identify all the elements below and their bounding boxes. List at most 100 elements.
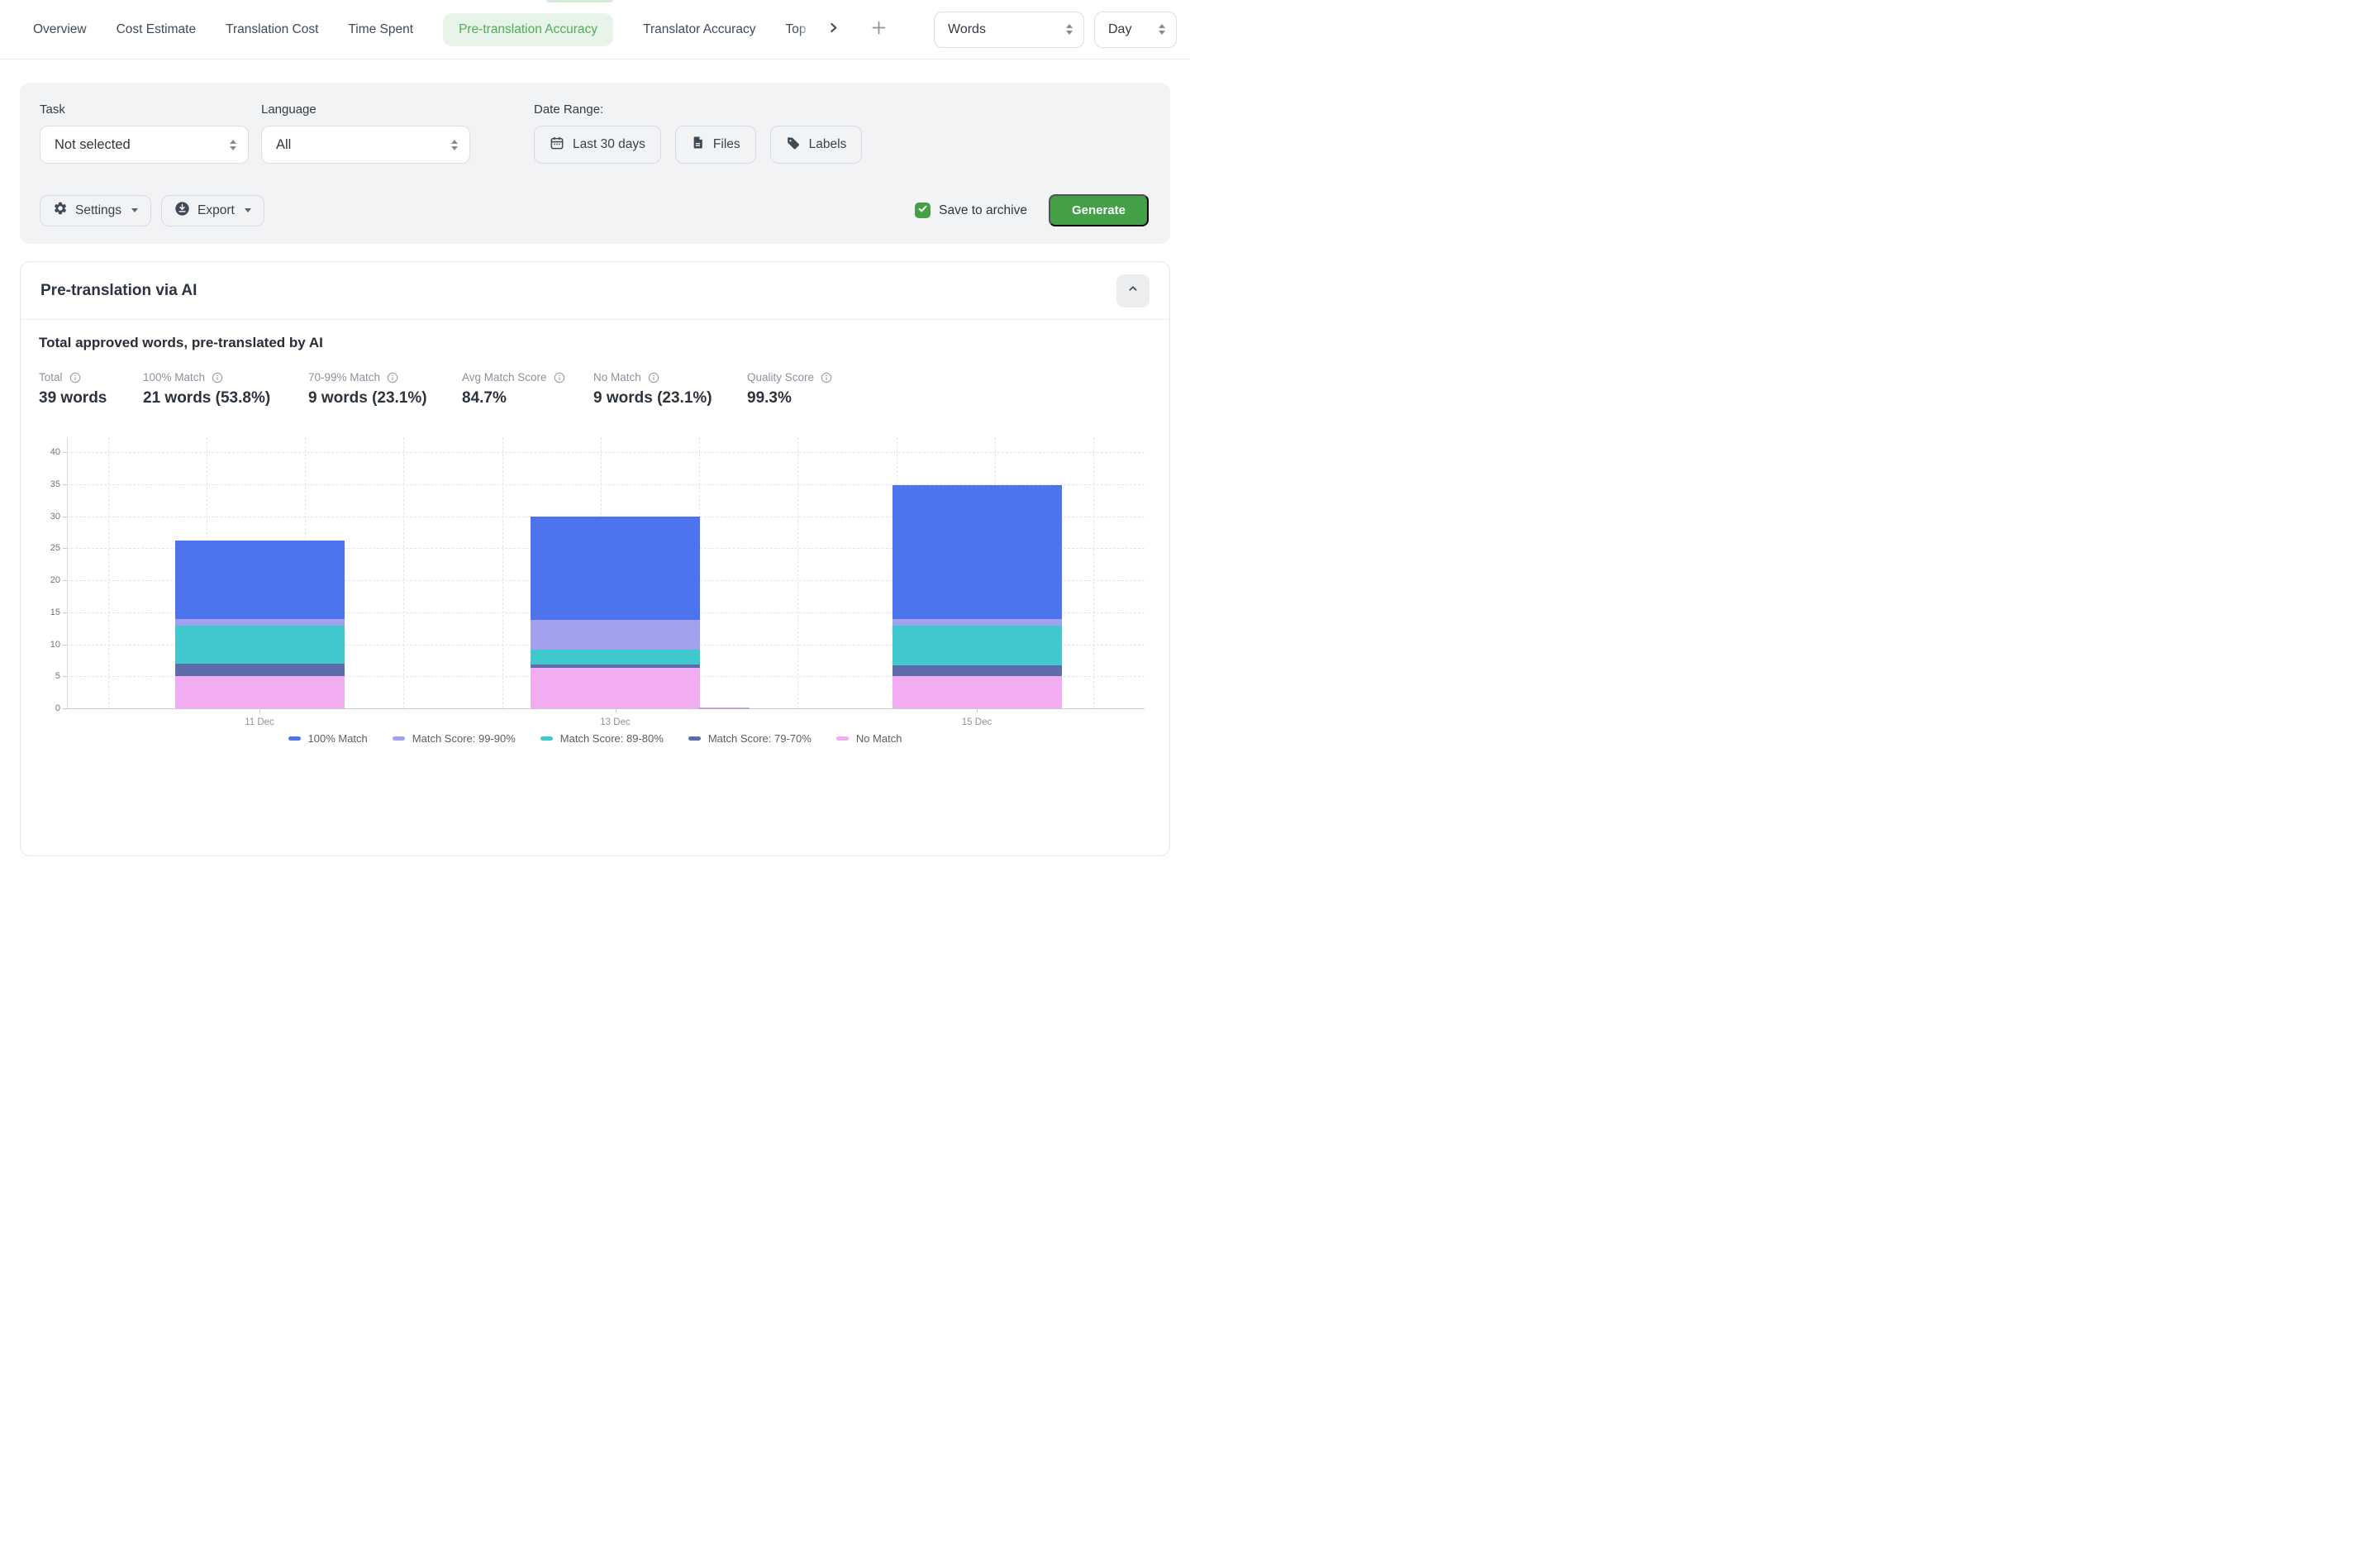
legend-label: Match Score: 79-70%	[708, 732, 812, 745]
x-axis-label: 15 Dec	[944, 717, 1010, 727]
stat-label: No Match	[593, 371, 641, 384]
bar-segment-match-score-79-70-	[531, 665, 700, 668]
stat-label: 70-99% Match	[308, 371, 380, 384]
bar-13-dec[interactable]	[531, 437, 700, 708]
tab-label: Cost Estimate	[117, 22, 196, 36]
tabs-scroll-right-button[interactable]	[823, 20, 843, 40]
tab-translator-accuracy[interactable]: Translator Accuracy	[643, 22, 755, 37]
legend-label: Match Score: 89-80%	[560, 732, 664, 745]
unit-select[interactable]: Words	[934, 12, 1084, 48]
stat-value: 21 words (53.8%)	[143, 389, 308, 407]
tab-top[interactable]: Top	[785, 22, 813, 37]
y-axis-line	[67, 437, 68, 708]
collapse-card-button[interactable]	[1116, 274, 1150, 307]
y-axis-tick	[63, 676, 67, 677]
legend-label: Match Score: 99-90%	[412, 732, 516, 745]
stat-value: 9 words (23.1%)	[308, 389, 462, 407]
legend-item-match-score-79-70-[interactable]: Match Score: 79-70%	[688, 732, 812, 745]
tab-label: Translator Accuracy	[643, 22, 755, 36]
bar-segment-match-score-79-70-	[175, 664, 345, 677]
bar-segment-100-match	[175, 541, 345, 619]
stacked-bar-chart: 051015202530354011 Dec13 Dec15 Dec	[67, 437, 1145, 710]
tab-pre-translation-accuracy[interactable]: Pre-translation Accuracy	[443, 13, 613, 46]
stat-value: 39 words	[39, 389, 143, 407]
bar-segment-match-score-79-70-	[892, 665, 1062, 676]
y-axis-tick	[63, 645, 67, 646]
bar-segment-match-score-89-80-	[892, 626, 1062, 665]
bar-segment-match-score-99-90-	[175, 619, 345, 626]
bar-segment-match-score-99-90-	[892, 619, 1062, 626]
stat-quality-score: Quality Score99.3%	[747, 371, 1151, 407]
date-range-label: Date Range:	[534, 102, 862, 117]
stat-label: 100% Match	[143, 371, 205, 384]
info-icon[interactable]	[554, 372, 565, 384]
chart-legend: 100% Match Match Score: 99-90% Match Score…	[39, 732, 1151, 745]
file-icon	[691, 136, 705, 154]
zero-value-baseline-segment	[698, 708, 750, 709]
bar-segment-100-match	[892, 485, 1062, 619]
files-filter-button[interactable]: Files	[675, 126, 756, 164]
info-icon[interactable]	[387, 372, 398, 384]
stat-no-match: No Match 9 words (23.1%)	[593, 371, 747, 407]
y-axis-tick	[63, 484, 67, 485]
bar-segment-no-match	[892, 676, 1062, 708]
y-axis-tick	[63, 580, 67, 581]
pre-translation-report-card: Pre-translation via AI Total approved wo…	[20, 261, 1170, 856]
y-axis-label: 5	[37, 671, 60, 681]
info-icon[interactable]	[212, 372, 223, 384]
calendar-icon	[550, 136, 564, 155]
language-select[interactable]: All	[261, 126, 470, 164]
y-axis-label: 40	[37, 447, 60, 457]
legend-item-match-score-99-90-[interactable]: Match Score: 99-90%	[393, 732, 516, 745]
tab-translation-cost[interactable]: Translation Cost	[226, 22, 318, 37]
select-stepper-icon	[1066, 24, 1073, 35]
cut-off-element-top	[546, 0, 613, 2]
stat-value: 84.7%	[462, 389, 593, 407]
stat-avg-match-score: Avg Match Score84.7%	[462, 371, 593, 407]
legend-item-100-match[interactable]: 100% Match	[288, 732, 368, 745]
stat-value: 9 words (23.1%)	[593, 389, 747, 407]
tab-cost-estimate[interactable]: Cost Estimate	[117, 22, 196, 37]
bar-15-dec[interactable]	[892, 437, 1062, 708]
period-select[interactable]: Day	[1094, 12, 1177, 48]
stat-70-99-match: 70-99% Match 9 words (23.1%)	[308, 371, 462, 407]
export-button[interactable]: Export	[161, 195, 264, 226]
info-icon[interactable]	[821, 372, 832, 384]
language-label: Language	[261, 102, 470, 117]
date-range-button[interactable]: Last 30 days	[534, 126, 661, 164]
generate-button[interactable]: Generate	[1049, 194, 1149, 226]
bar-segment-match-score-89-80-	[175, 626, 345, 664]
summary-stats-row: Total 39 words100% Match 21 words (53.8%)7…	[39, 371, 1151, 407]
y-axis-label: 35	[37, 479, 60, 489]
info-icon[interactable]	[69, 372, 81, 384]
add-report-tab-button[interactable]	[868, 19, 889, 40]
checkmark-icon	[917, 203, 928, 218]
report-filters-card: Task Not selected Language All Date Rang…	[20, 83, 1170, 244]
settings-button-label: Settings	[75, 203, 121, 218]
x-axis-tick	[259, 709, 260, 713]
legend-item-match-score-89-80-[interactable]: Match Score: 89-80%	[540, 732, 664, 745]
task-select[interactable]: Not selected	[40, 126, 249, 164]
settings-button[interactable]: Settings	[40, 195, 151, 226]
language-select-value: All	[276, 137, 291, 153]
tab-time-spent[interactable]: Time Spent	[348, 22, 413, 37]
legend-swatch-icon	[393, 736, 405, 741]
tab-overview[interactable]: Overview	[33, 22, 87, 37]
legend-label: No Match	[856, 732, 902, 745]
y-axis-label: 25	[37, 543, 60, 553]
legend-label: 100% Match	[308, 732, 368, 745]
labels-filter-button[interactable]: Labels	[770, 126, 863, 164]
labels-button-label: Labels	[809, 137, 847, 152]
legend-swatch-icon	[836, 736, 849, 741]
report-tab-bar: Overview Cost Estimate Translation Cost Tim…	[0, 0, 1190, 60]
bar-11-dec[interactable]	[175, 437, 345, 708]
tab-label: Time Spent	[348, 22, 413, 36]
tab-label: Pre-translation Accuracy	[459, 22, 597, 36]
legend-item-no-match[interactable]: No Match	[836, 732, 902, 745]
caret-down-icon	[131, 208, 138, 212]
stat-label: Total	[39, 371, 63, 384]
bar-segment-100-match	[531, 517, 700, 621]
save-to-archive-checkbox[interactable]	[915, 202, 931, 218]
bar-segment-no-match	[531, 668, 700, 708]
info-icon[interactable]	[648, 372, 659, 384]
